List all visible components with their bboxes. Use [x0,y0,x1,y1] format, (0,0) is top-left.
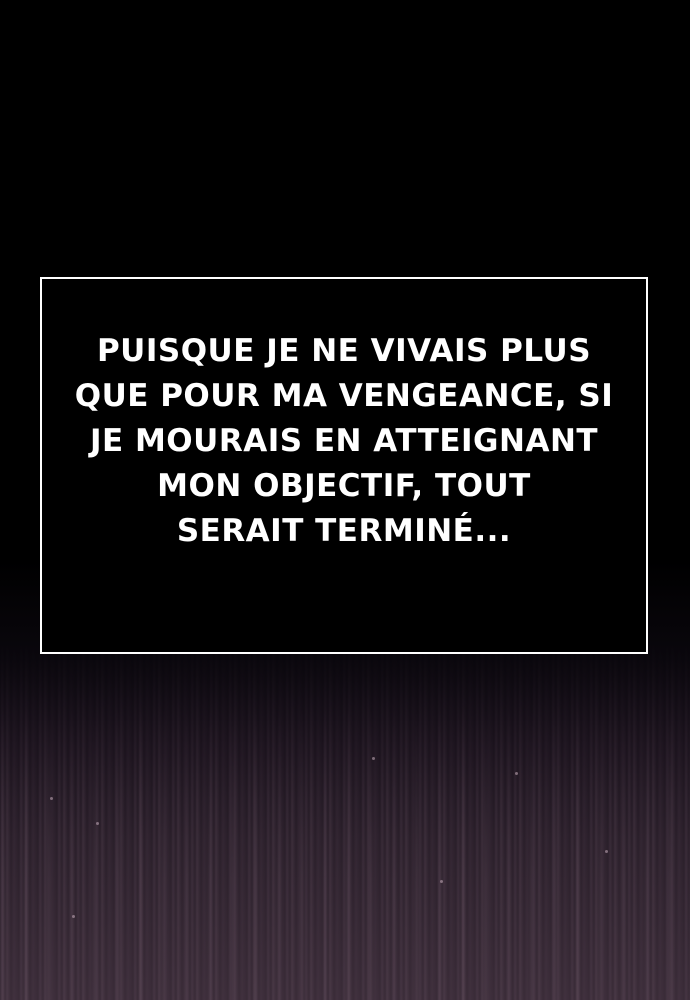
background-speck [605,850,608,853]
narration-line: PUISQUE JE NE VIVAIS PLUS [96,333,592,369]
narration-line: QUE POUR MA VENGEANCE, SI [74,378,614,414]
background-speck [515,772,518,775]
comic-panel: PUISQUE JE NE VIVAIS PLUS QUE POUR MA VE… [0,0,690,1000]
background-speck [50,797,53,800]
narration-box: PUISQUE JE NE VIVAIS PLUS QUE POUR MA VE… [40,277,648,654]
background-speck [96,822,99,825]
background-speck [72,915,75,918]
background-light-streaks-overlay [0,700,690,1000]
narration-line: SERAIT TERMINÉ... [176,513,512,549]
narration-text: PUISQUE JE NE VIVAIS PLUS QUE POUR MA VE… [75,329,614,554]
narration-line: JE MOURAIS EN ATTEIGNANT [89,423,599,459]
background-speck [440,880,443,883]
background-speck [372,757,375,760]
narration-line: MON OBJECTIF, TOUT [157,468,531,504]
